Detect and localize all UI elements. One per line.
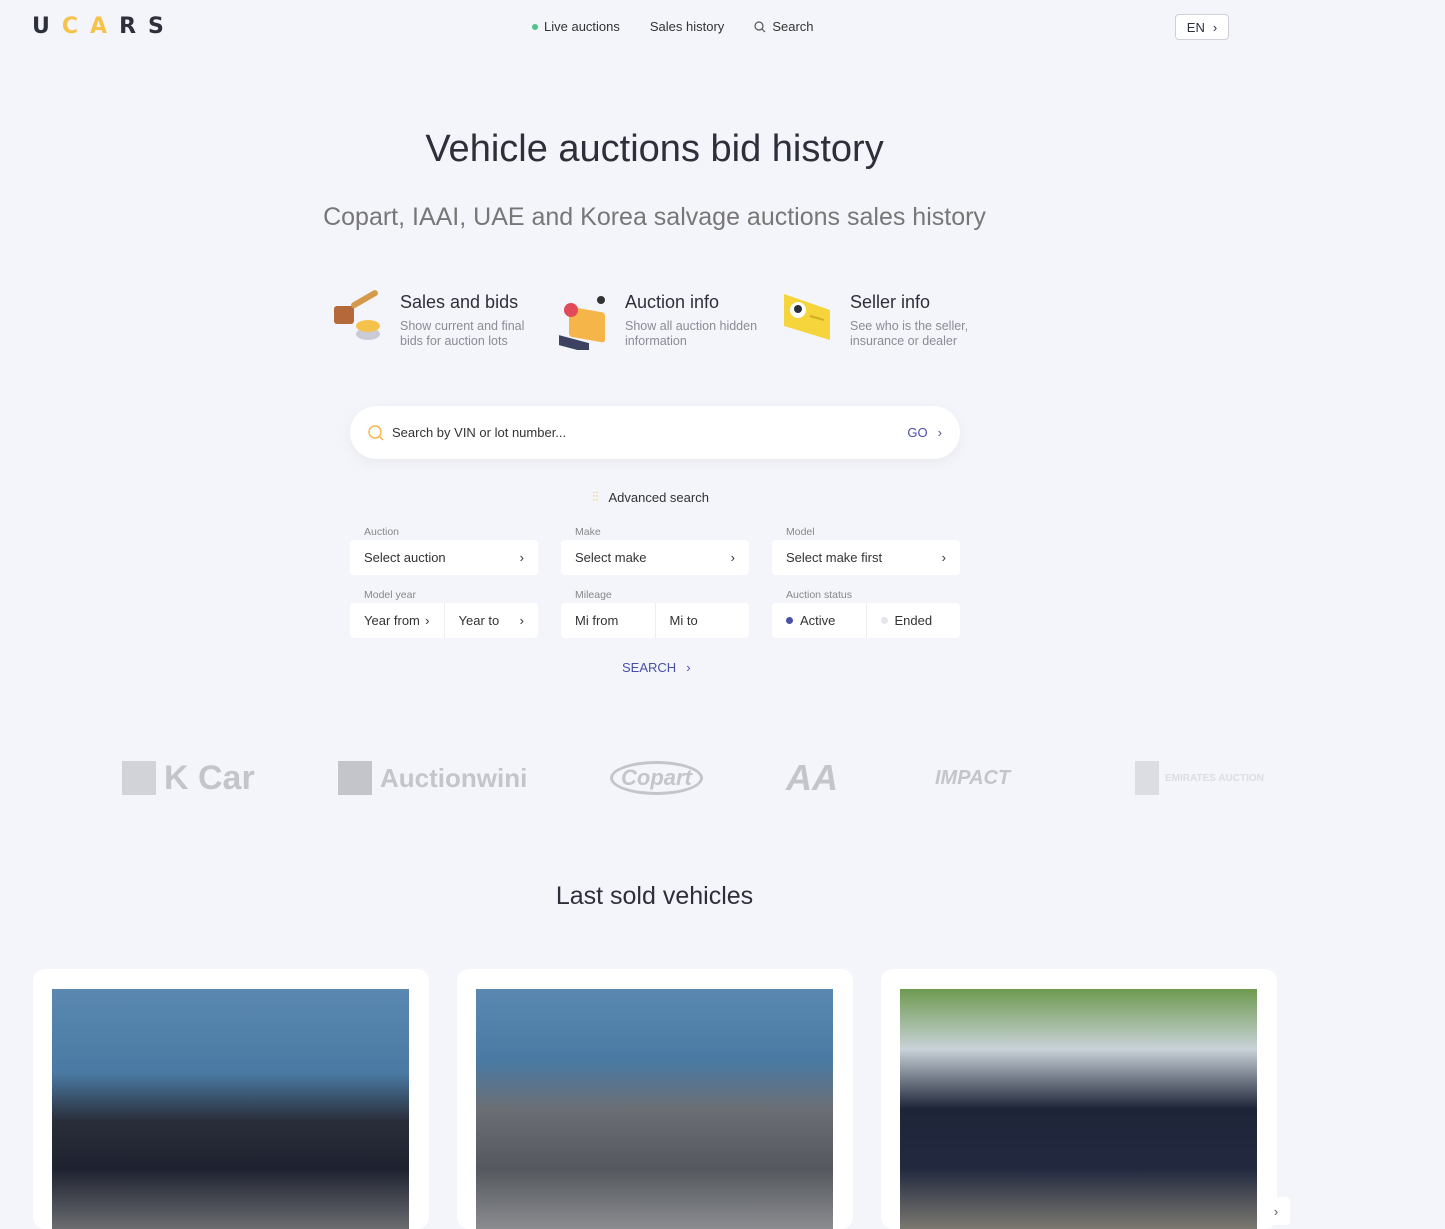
status-active-radio[interactable]: Active xyxy=(772,603,867,638)
chevron-right-icon: › xyxy=(730,550,735,565)
advanced-search-label: Advanced search xyxy=(608,489,709,505)
field-label: Model xyxy=(786,526,815,538)
make-field: Make Select make › xyxy=(561,526,749,575)
vehicle-photo xyxy=(900,989,1257,1229)
field-label: Auction status xyxy=(786,589,852,601)
feature-seller-info: Seller info See who is the seller, insura… xyxy=(780,290,990,350)
vehicle-card[interactable] xyxy=(33,969,429,1229)
brand-impact-logo: IMPACT xyxy=(935,766,1011,789)
field-label: Make xyxy=(575,526,601,538)
feature-desc: See who is the seller, insurance or deal… xyxy=(850,319,969,348)
chevron-right-icon: › xyxy=(1212,19,1218,35)
folder-laptop-icon xyxy=(559,296,605,350)
search-icon xyxy=(754,20,766,32)
seller-card-icon xyxy=(784,294,830,340)
model-select[interactable]: Select make first › xyxy=(772,540,960,575)
make-select[interactable]: Select make › xyxy=(561,540,749,575)
auction-status-field: Auction status Active Ended xyxy=(772,589,960,638)
radio-unselected-icon xyxy=(880,617,888,624)
status-ended-radio[interactable]: Ended xyxy=(867,603,961,638)
go-label: GO xyxy=(907,425,928,440)
radio-selected-icon xyxy=(786,617,793,624)
model-year-field: Model year Year from › Year to › xyxy=(350,589,538,638)
vin-search-bar[interactable]: Search by VIN or lot number... GO › xyxy=(350,406,960,459)
search-submit-button[interactable]: SEARCH › xyxy=(622,660,691,675)
feature-sales-bids: Sales and bids Show current and final bid… xyxy=(330,290,540,350)
mileage-from-input[interactable]: Mi from xyxy=(561,603,656,638)
page-title: Vehicle auctions bid history xyxy=(425,128,884,170)
main-nav: Live auctions Sales history Search xyxy=(532,19,814,34)
language-selector[interactable]: EN › xyxy=(1175,14,1229,40)
nav-search[interactable]: Search xyxy=(754,19,814,34)
chevron-right-icon: › xyxy=(519,613,524,628)
mileage-field: Mileage Mi from Mi to xyxy=(561,589,749,638)
field-label: Model year xyxy=(364,589,416,601)
vin-search-input[interactable]: Search by VIN or lot number... xyxy=(392,425,907,440)
year-to-select[interactable]: Year to › xyxy=(445,603,539,638)
go-button[interactable]: GO › xyxy=(907,425,942,440)
feature-title: Auction info xyxy=(625,292,720,312)
input-placeholder: Mi to xyxy=(669,613,698,628)
brand-emirates-logo: EMIRATES AUCTION xyxy=(1135,758,1264,798)
vehicle-card[interactable] xyxy=(881,969,1277,1229)
lang-label: EN xyxy=(1186,19,1205,35)
brand-kcar-logo: K Car xyxy=(122,758,255,798)
radio-label: Active xyxy=(800,613,836,628)
radio-label: Ended xyxy=(894,613,933,628)
field-label: Mileage xyxy=(575,589,612,601)
year-from-select[interactable]: Year from › xyxy=(350,603,445,638)
chevron-right-icon: › xyxy=(1273,1203,1279,1219)
advanced-search-toggle[interactable]: ⫶⫶ Advanced search xyxy=(592,489,709,505)
mileage-to-input[interactable]: Mi to xyxy=(656,603,750,638)
auction-field: Auction Select auction › xyxy=(350,526,538,575)
nav-label: Search xyxy=(772,19,814,34)
feature-auction-info: Auction info Show all auction hidden info… xyxy=(555,290,765,350)
page-subtitle: Copart, IAAI, UAE and Korea salvage auct… xyxy=(323,203,986,231)
nav-sales-history[interactable]: Sales history xyxy=(650,19,724,34)
feature-desc: Show current and final bids for auction … xyxy=(400,319,525,348)
select-value: Year from xyxy=(364,613,420,628)
chevron-right-icon: › xyxy=(686,660,691,675)
chevron-right-icon: › xyxy=(519,550,524,565)
brand-aa-logo: AA xyxy=(786,757,838,798)
live-dot-icon xyxy=(532,23,538,30)
select-value: Select auction xyxy=(364,550,446,565)
last-sold-title: Last sold vehicles xyxy=(555,882,754,910)
search-label: SEARCH xyxy=(622,660,677,675)
select-value: Select make xyxy=(575,550,647,565)
chevron-right-icon: › xyxy=(425,613,430,628)
vehicle-card[interactable] xyxy=(457,969,853,1229)
brand-copart-logo: Copart xyxy=(610,761,703,795)
model-field: Model Select make first › xyxy=(772,526,960,575)
input-placeholder: Mi from xyxy=(575,613,619,628)
feature-desc: Show all auction hidden information xyxy=(625,319,758,348)
gavel-coins-icon xyxy=(334,290,380,340)
vehicle-photo xyxy=(52,989,409,1229)
field-label: Auction xyxy=(364,526,400,538)
nav-live-auctions[interactable]: Live auctions xyxy=(532,19,620,34)
search-icon xyxy=(368,424,384,440)
auction-brands: K Car Auctionwini Copart AA IMPACT EMIRA… xyxy=(0,757,1445,798)
auction-select[interactable]: Select auction › xyxy=(350,540,538,575)
select-value: Select make first xyxy=(786,550,883,565)
sliders-icon: ⫶⫶ xyxy=(592,489,599,504)
feature-title: Sales and bids xyxy=(400,292,519,312)
carousel-next-button[interactable]: › xyxy=(1262,1197,1290,1225)
chevron-right-icon: › xyxy=(937,425,942,440)
brand-auctionwini-logo: Auctionwini xyxy=(338,758,527,798)
chevron-right-icon: › xyxy=(941,550,946,565)
logo[interactable]: UCARS xyxy=(32,14,176,39)
nav-label: Live auctions xyxy=(544,19,620,34)
select-value: Year to xyxy=(458,613,500,628)
feature-title: Seller info xyxy=(850,292,931,312)
vehicle-photo xyxy=(476,989,833,1229)
